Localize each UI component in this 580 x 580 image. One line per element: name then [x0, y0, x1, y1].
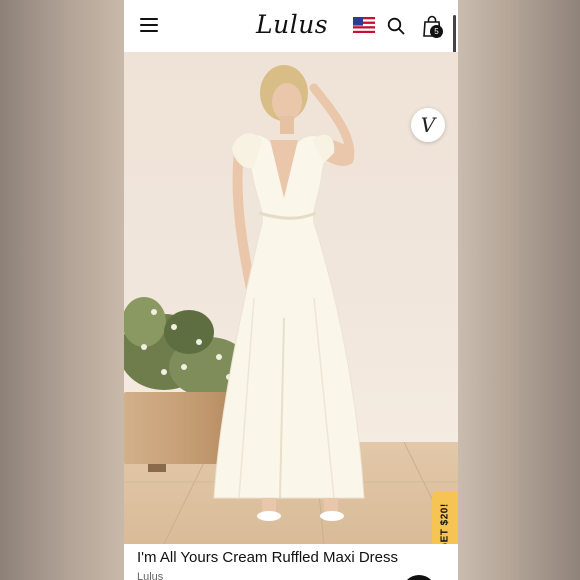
hamburger-menu-icon[interactable] — [140, 18, 158, 32]
site-logo[interactable]: Lulus — [256, 8, 328, 42]
mobile-screen: Lulus 5 V GET $20! I'm All Yours Cream R… — [124, 0, 458, 580]
model-in-dress — [213, 65, 365, 521]
us-flag-icon[interactable] — [353, 17, 375, 33]
product-brand[interactable]: Lulus — [137, 571, 163, 580]
product-info: I'm All Yours Cream Ruffled Maxi Dress L… — [124, 544, 458, 580]
cart-count-badge: 5 — [430, 25, 443, 38]
favorite-heart-icon[interactable]: V — [411, 108, 445, 142]
product-title: I'm All Yours Cream Ruffled Maxi Dress — [137, 549, 399, 566]
site-header: Lulus 5 — [124, 0, 458, 75]
product-image[interactable]: V — [124, 52, 458, 544]
planter-foot — [148, 464, 166, 472]
search-icon[interactable] — [387, 17, 405, 35]
